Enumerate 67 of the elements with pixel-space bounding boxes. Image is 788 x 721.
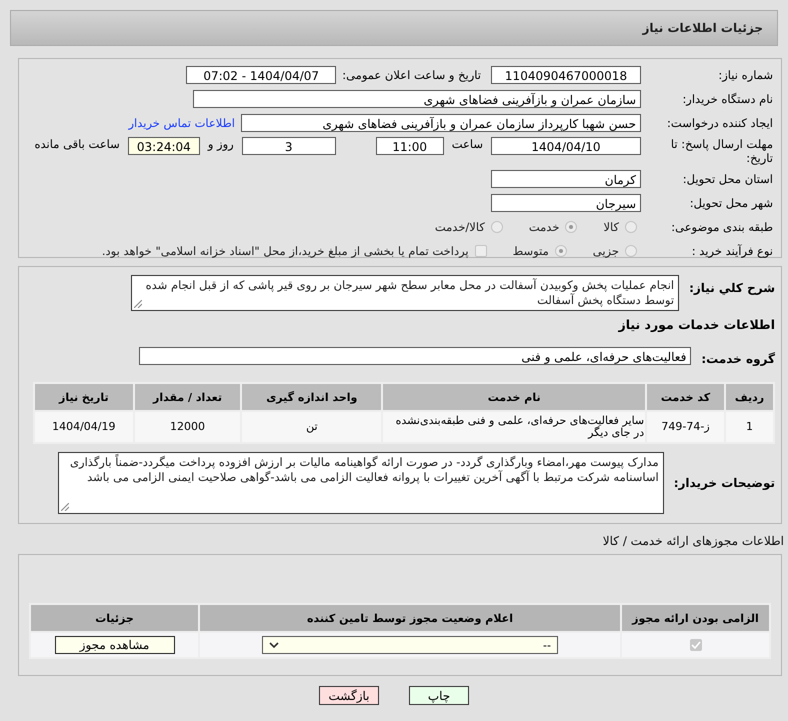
- status-dropdown[interactable]: --: [262, 636, 558, 654]
- column-header: ردیف: [724, 383, 774, 411]
- field-label: مهلت ارسال پاسخ: تا تاریخ:: [670, 137, 774, 165]
- option-label: کالا: [603, 220, 619, 234]
- field-label: استان محل تحویل:: [682, 172, 774, 186]
- contact-link[interactable]: اطلاعات تماس خریدار: [128, 116, 235, 130]
- view-permit-button[interactable]: مشاهده مجوز: [54, 636, 174, 654]
- column-header: تاریخ نیاز: [34, 383, 134, 411]
- buyer-org-field: سازمان عمران و بازآفرینی فضاهای شهری: [193, 90, 641, 108]
- field-label: روز و: [208, 137, 234, 151]
- radio-button[interactable]: [625, 221, 637, 233]
- column-header: کد خدمت: [646, 383, 725, 411]
- field-label: ایجاد کننده درخواست:: [666, 116, 774, 130]
- field-label: نوع فرآیند خرید :: [690, 244, 774, 258]
- field-label: توضیحات خریدار:: [674, 476, 776, 490]
- chevron-down-icon: [269, 642, 279, 648]
- column-header: نام خدمت: [382, 383, 646, 411]
- table-cell: تن: [241, 411, 382, 443]
- field-label: شرح کلي نیاز:: [689, 281, 776, 295]
- column-header: تعداد / مقدار: [134, 383, 242, 411]
- checkbox[interactable]: [474, 245, 487, 257]
- field-label: گروه خدمت:: [701, 352, 776, 366]
- field-label: شهر محل تحویل:: [688, 196, 774, 210]
- buyer-notes-field: مدارک پیوست مهر،امضاء وبارگذاری گردد- در صورت ارائه گواهینامه مالیات بر ارزش افزوده پرداخت میگردد-ضمناً بارگذاری اساسنامه شرکت مرتبط با آگهی آخرین تغییرات با پروانه فعالیت الزامی می باشد-گواهی صلاحیت ایمنی الزامی می باشد: [58, 452, 664, 514]
- column-header: اعلام وضعیت مجوز توسط تامین کننده: [199, 604, 621, 632]
- column-header: جزئیات: [30, 604, 199, 632]
- time-field: 11:00: [376, 137, 444, 155]
- page-title: جزئیات اطلاعات نیاز: [642, 21, 763, 35]
- option-label: خدمت: [528, 220, 560, 234]
- remaining-time-field: 03:24:04: [128, 137, 200, 155]
- checkbox-label: پرداخت تمام یا بخشی از مبلغ خرید،از محل "اسناد خزانه اسلامی" خواهد بود.: [102, 244, 469, 258]
- field-label: ساعت باقی مانده: [34, 137, 120, 151]
- days-field: 3: [242, 137, 336, 155]
- table-cell: 1: [724, 411, 774, 443]
- radio-button[interactable]: [554, 245, 567, 257]
- table-cell: 1404/04/19: [34, 411, 134, 443]
- announce-date-field: 1404/04/07 - 07:02: [186, 66, 336, 84]
- requester-field: حسن شهبا کارپرداز سازمان عمران و بازآفرینی فضاهای شهری: [241, 114, 641, 132]
- column-header: الزامی بودن ارائه مجوز: [621, 604, 770, 632]
- radio-button[interactable]: [565, 221, 578, 233]
- section-title: اطلاعات خدمات مورد نیاز: [617, 317, 776, 332]
- table-cell: 12000: [134, 411, 242, 443]
- option-label: جزیی: [592, 244, 619, 258]
- need-number-field: 1104090467000018: [491, 66, 641, 84]
- table-cell: ز-74-749: [646, 411, 725, 443]
- table-cell: سایر فعالیت‌های حرفه‌ای، علمی و فنی طبقه‌بندی‌نشده در جای دیگر: [382, 411, 646, 443]
- section-title: اطلاعات مجوزهای ارائه خدمت / کالا: [602, 534, 784, 548]
- print-button[interactable]: چاپ: [409, 686, 469, 705]
- radio-button[interactable]: [490, 221, 503, 233]
- resize-grip-icon: [134, 300, 142, 308]
- date-field: 1404/04/10: [491, 137, 641, 155]
- back-button[interactable]: بازگشت: [319, 686, 379, 705]
- province-field: کرمان: [491, 170, 641, 188]
- option-label: متوسط: [512, 244, 549, 258]
- field-label: شماره نیاز:: [717, 68, 774, 82]
- description-field: انجام عملیات پخش وکوبیدن آسفالت در محل معابر سطح شهر سیرجان بر روی قیر پاشی که از قبل انجام شده توسط دستگاه پخش آسفالت: [131, 275, 680, 311]
- field-label: طبقه بندی موضوعی:: [670, 220, 774, 234]
- column-header: واحد اندازه گیری: [241, 383, 382, 411]
- radio-button[interactable]: [625, 245, 637, 257]
- option-label: کالا/خدمت: [434, 220, 485, 234]
- checkbox[interactable]: [690, 639, 702, 652]
- service-group-field: فعالیت‌های حرفه‌ای، علمی و فنی: [139, 347, 692, 365]
- resize-grip-icon: [60, 503, 69, 511]
- city-field: سیرجان: [491, 194, 641, 212]
- field-label: تاریخ و ساعت اعلان عمومی:: [342, 68, 481, 82]
- field-label: ساعت: [452, 137, 483, 151]
- field-label: نام دستگاه خریدار:: [681, 92, 774, 106]
